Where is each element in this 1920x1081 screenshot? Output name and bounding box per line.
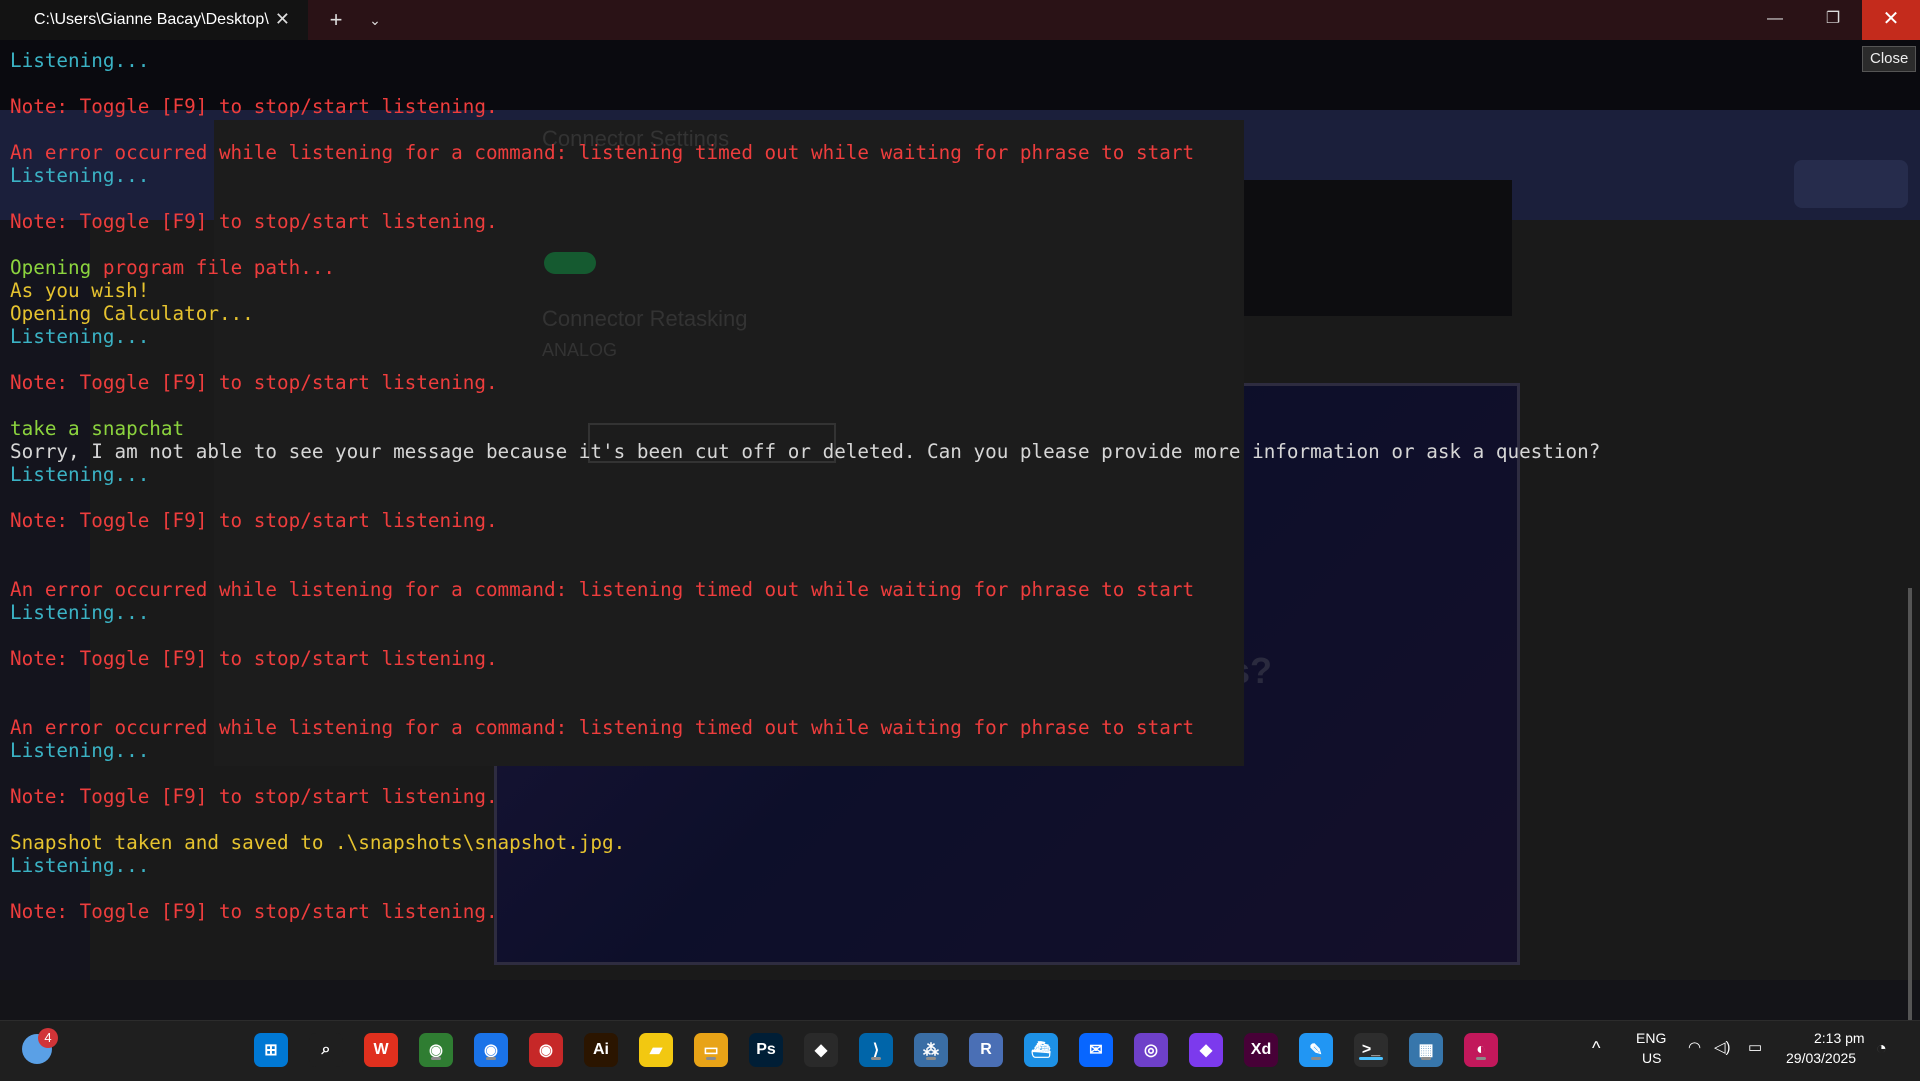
chrome-running-indicator <box>431 1057 441 1060</box>
terminal-titlebar: C:\Users\Gianne Bacay\Desktop\ ✕ + ⌄ — ❐… <box>0 0 1920 40</box>
terminal-line: Note: Toggle [F9] to stop/start listenin… <box>10 95 498 118</box>
terminal-line: Listening... <box>10 49 150 72</box>
docker-icon[interactable]: ⛴ <box>1024 1033 1058 1067</box>
file-explorer-icon[interactable]: ▭ <box>694 1033 728 1067</box>
sticky-notes-icon[interactable]: ▰ <box>639 1033 673 1067</box>
photoshop-icon[interactable]: Ps <box>749 1033 783 1067</box>
terminal-line: Opening Calculator... <box>10 302 254 325</box>
terminal-line: Snapshot taken and saved to .\snapshots\… <box>10 831 626 854</box>
obsidian-icon[interactable]: ◆ <box>1189 1033 1223 1067</box>
chrome-profile-2-icon[interactable]: ◉ <box>474 1033 508 1067</box>
epic-games-icon[interactable]: ◆ <box>804 1033 838 1067</box>
new-tab-button[interactable]: + <box>316 4 356 36</box>
terminal-line: Note: Toggle [F9] to stop/start listenin… <box>10 785 498 808</box>
python-app-icon[interactable]: ▦ <box>1409 1033 1443 1067</box>
illustrator-icon[interactable]: Ai <box>584 1033 618 1067</box>
paint-app-running-indicator <box>1311 1057 1321 1060</box>
tab-title: C:\Users\Gianne Bacay\Desktop\ <box>34 11 269 28</box>
terminal-line: Listening... <box>10 854 150 877</box>
tab-close-icon[interactable]: ✕ <box>275 9 290 30</box>
terminal-line: Sorry, I am not able to see your message… <box>10 440 1601 463</box>
terminal-line: Note: Toggle [F9] to stop/start listenin… <box>10 900 498 923</box>
git-tool-icon[interactable]: ⁂ <box>914 1033 948 1067</box>
terminal-icon[interactable]: >_ <box>1354 1033 1388 1067</box>
recorder-icon[interactable]: ◐ <box>1464 1033 1498 1067</box>
volume-icon[interactable]: ◁) <box>1714 1038 1731 1056</box>
messenger-icon[interactable]: ✉ <box>1079 1033 1113 1067</box>
paint-app-icon[interactable]: ✎ <box>1299 1033 1333 1067</box>
terminal-line: Note: Toggle [F9] to stop/start listenin… <box>10 647 498 670</box>
terminal-output[interactable]: Listening... Note: Toggle [F9] to stop/st… <box>10 49 1910 923</box>
weather-badge: 4 <box>38 1028 58 1048</box>
clock-date[interactable]: 29/03/2025 <box>1786 1050 1856 1066</box>
git-tool-running-indicator <box>926 1057 936 1060</box>
terminal-line: Opening program file path... <box>10 256 1910 279</box>
vscode-icon[interactable]: ⟩ <box>859 1033 893 1067</box>
adobe-xd-icon[interactable]: Xd <box>1244 1033 1278 1067</box>
chrome-profile-3-icon[interactable]: ◉ <box>529 1033 563 1067</box>
terminal-line: Listening... <box>10 601 150 624</box>
vscode-running-indicator <box>871 1057 881 1060</box>
chrome-profile-2-running-indicator <box>486 1057 496 1060</box>
maximize-button[interactable]: ❐ <box>1804 0 1862 40</box>
terminal-line: Listening... <box>10 164 150 187</box>
battery-icon[interactable]: ▭ <box>1748 1038 1762 1056</box>
github-icon[interactable]: ◎ <box>1134 1033 1168 1067</box>
terminal-line: An error occurred while listening for a … <box>10 578 1195 601</box>
terminal-running-indicator <box>1359 1057 1383 1060</box>
language-bottom[interactable]: US <box>1642 1050 1661 1066</box>
file-explorer-running-indicator <box>706 1057 716 1060</box>
chrome-icon[interactable]: ◉ <box>419 1033 453 1067</box>
terminal-line: An error occurred while listening for a … <box>10 716 1195 739</box>
terminal-line-part: Opening <box>10 256 103 279</box>
python-app-running-indicator <box>1421 1057 1431 1060</box>
terminal-line: As you wish! <box>10 279 150 302</box>
terminal-line: An error occurred while listening for a … <box>10 141 1195 164</box>
terminal-line: Listening... <box>10 739 150 762</box>
recorder-running-indicator <box>1476 1057 1486 1060</box>
wps-office-icon[interactable]: W <box>364 1033 398 1067</box>
close-button[interactable]: ✕ <box>1862 0 1920 40</box>
terminal-line: Note: Toggle [F9] to stop/start listenin… <box>10 210 498 233</box>
r-language-icon[interactable]: R <box>969 1033 1003 1067</box>
terminal-line: Listening... <box>10 463 150 486</box>
terminal-line-part: program file path... <box>102 256 336 279</box>
terminal-line: Note: Toggle [F9] to stop/start listenin… <box>10 509 498 532</box>
taskbar <box>0 1020 1920 1081</box>
terminal-line: take a snapchat <box>10 417 185 440</box>
search-icon[interactable]: ⌕ <box>309 1033 343 1067</box>
tray-chevron-icon[interactable]: ^ <box>1592 1038 1600 1059</box>
tab-dropdown-button[interactable]: ⌄ <box>360 4 390 36</box>
terminal-line: Note: Toggle [F9] to stop/start listenin… <box>10 371 498 394</box>
minimize-button[interactable]: — <box>1746 0 1804 40</box>
language-top[interactable]: ENG <box>1636 1030 1666 1046</box>
notification-icon[interactable]: ◔ <box>1876 1038 1887 1059</box>
clock-time[interactable]: 2:13 pm <box>1814 1030 1865 1046</box>
windows-start-icon[interactable]: ⊞ <box>254 1033 288 1067</box>
tab-active[interactable]: C:\Users\Gianne Bacay\Desktop\ ✕ <box>0 0 308 40</box>
terminal-line: Listening... <box>10 325 150 348</box>
wifi-icon[interactable]: ◠ <box>1688 1038 1701 1056</box>
